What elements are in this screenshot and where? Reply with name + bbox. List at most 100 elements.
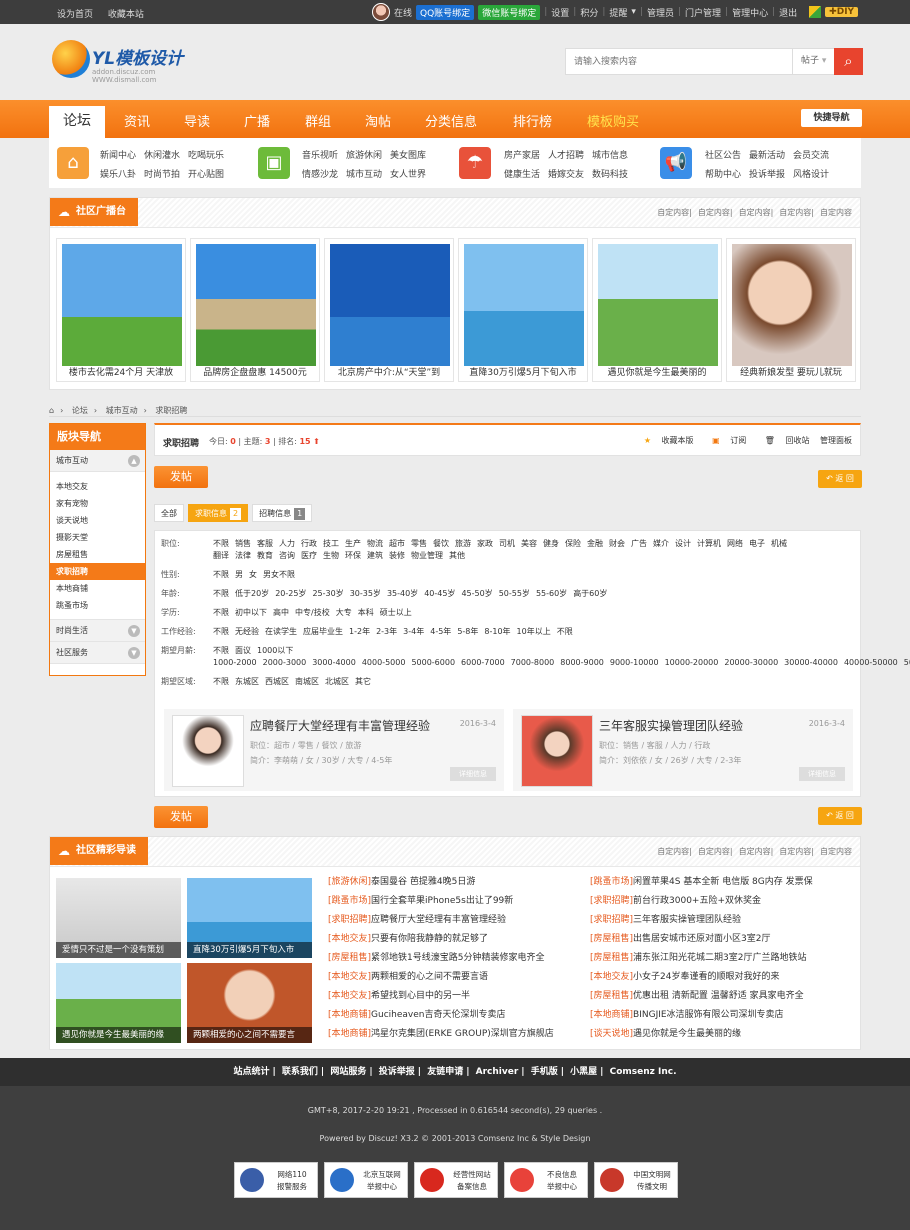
- filter-option[interactable]: 在读学生: [265, 627, 297, 636]
- filter-option[interactable]: 35-40岁: [387, 589, 418, 598]
- category-tag[interactable]: [房屋租售]: [590, 934, 633, 944]
- filter-option[interactable]: 餐饮: [433, 539, 449, 548]
- subscribe-button[interactable]: ▣ 订阅: [704, 436, 746, 445]
- filter-option[interactable]: 媒介: [653, 539, 669, 548]
- guide-list-item[interactable]: [跳蚤市场]国行全套苹果iPhone5s出让了99新: [328, 892, 554, 911]
- filter-option[interactable]: 不限: [213, 570, 229, 579]
- thread-title[interactable]: Guciheaven吉奇天伦深圳专卖店: [371, 1010, 505, 1020]
- filter-option[interactable]: 10年以上: [517, 627, 551, 636]
- category-tag[interactable]: [房屋租售]: [328, 953, 371, 963]
- custom-link[interactable]: 自定内容: [820, 208, 852, 217]
- footer-link[interactable]: 手机版: [531, 1067, 558, 1077]
- tab-all[interactable]: 全部: [154, 504, 184, 522]
- job-title[interactable]: 三年客服实操管理团队经验: [599, 717, 743, 734]
- filter-option[interactable]: 物业管理: [411, 551, 443, 560]
- category-tag[interactable]: [旅游休闲]: [328, 877, 371, 887]
- filter-option[interactable]: 6000-7000: [461, 658, 505, 667]
- custom-link[interactable]: 自定内容: [820, 847, 852, 856]
- tab-hiring[interactable]: 招聘信息 1: [252, 504, 313, 522]
- filter-option[interactable]: 其他: [449, 551, 465, 560]
- subnav-link[interactable]: 风格设计: [793, 166, 829, 185]
- filter-option[interactable]: 低于20岁: [235, 589, 269, 598]
- guide-list-item[interactable]: [本地商铺]鸿星尔克集团(ERKE GROUP)深圳官方旗舰店: [328, 1025, 554, 1044]
- filter-option[interactable]: 应届毕业生: [303, 627, 343, 636]
- new-post-button[interactable]: 发帖: [154, 466, 208, 488]
- filter-option[interactable]: 40-45岁: [424, 589, 455, 598]
- wechat-bind-button[interactable]: 微信账号绑定: [478, 4, 541, 20]
- category-tag[interactable]: [谈天说地]: [590, 1029, 633, 1039]
- filter-option[interactable]: 1-2年: [349, 627, 370, 636]
- category-tag[interactable]: [本地交友]: [590, 972, 633, 982]
- filter-option[interactable]: 女: [249, 570, 257, 579]
- filter-option[interactable]: 中专/技校: [295, 608, 330, 617]
- guide-list-item[interactable]: [旅游休闲]泰国曼谷 芭提雅4晚5日游: [328, 873, 554, 892]
- thread-title[interactable]: BINGJIE冰洁服饰有限公司深圳专卖店: [633, 1010, 784, 1020]
- filter-option[interactable]: 建筑: [367, 551, 383, 560]
- subnav-link[interactable]: 开心贴图: [188, 166, 224, 185]
- guide-list-item[interactable]: [本地交友]只要有你陪我静静的就足够了: [328, 930, 554, 949]
- filter-option[interactable]: 不限: [213, 646, 229, 655]
- sidebar-item[interactable]: 摄影天堂: [50, 529, 145, 546]
- guide-list-item[interactable]: [求职招聘]前台行政3000+五险+双休奖金: [590, 892, 813, 911]
- filter-option[interactable]: 40000-50000: [844, 658, 898, 667]
- custom-link[interactable]: 自定内容: [698, 847, 730, 856]
- category-tag[interactable]: [本地商铺]: [590, 1010, 633, 1020]
- guide-list-item[interactable]: [本地交友]小女子24岁奉谨看的顺眼对我好的来: [590, 968, 813, 987]
- sidebar-item[interactable]: 家有宠物: [50, 495, 145, 512]
- filter-option[interactable]: 大专: [336, 608, 352, 617]
- filter-option[interactable]: 初中以下: [235, 608, 267, 617]
- new-post-button[interactable]: 发帖: [154, 806, 208, 828]
- category-tag[interactable]: [房屋租售]: [590, 991, 633, 1001]
- filter-option[interactable]: 家政: [477, 539, 493, 548]
- sidebar-item[interactable]: 本地交友: [50, 478, 145, 495]
- filter-option[interactable]: 8-10年: [484, 627, 510, 636]
- online-status[interactable]: 在线: [394, 6, 412, 19]
- filter-option[interactable]: 不限: [213, 539, 229, 548]
- filter-option[interactable]: 医疗: [301, 551, 317, 560]
- guide-list-item[interactable]: [谈天说地]遇见你就是今生最美丽的缘: [590, 1025, 813, 1044]
- filter-option[interactable]: 3000-4000: [312, 658, 356, 667]
- guide-list-item[interactable]: [本地交友]两颗相爱的心之间不需要言语: [328, 968, 554, 987]
- category-tag[interactable]: [本地交友]: [328, 934, 371, 944]
- footer-link[interactable]: 网站服务: [330, 1067, 366, 1077]
- guide-pic[interactable]: 爱情只不过是一个没有策划: [56, 878, 181, 958]
- home-icon[interactable]: ⌂: [49, 406, 54, 415]
- bookmark-link[interactable]: 收藏本站: [108, 10, 144, 20]
- thread-title[interactable]: 浦东张江阳光花城二期3室2厅广兰路地铁站: [633, 953, 806, 963]
- filter-option[interactable]: 50000以上: [904, 658, 910, 667]
- broadcast-card[interactable]: 楼市去化需24个月 天津放: [56, 238, 186, 382]
- filter-option[interactable]: 人力: [279, 539, 295, 548]
- search-scope-select[interactable]: 帖子 ▾: [792, 49, 834, 74]
- filter-option[interactable]: 1000以下: [257, 646, 293, 655]
- badge-police[interactable]: 网络110 报警服务: [234, 1162, 318, 1198]
- badge-civilization[interactable]: 中国文明网 传播文明: [594, 1162, 678, 1198]
- recycle-bin-button[interactable]: 🗑 回收站: [757, 436, 810, 445]
- settings-link[interactable]: 设置: [551, 6, 569, 19]
- thread-title[interactable]: 小女子24岁奉谨看的顺眼对我好的来: [633, 972, 779, 982]
- filter-option[interactable]: 本科: [358, 608, 374, 617]
- job-detail-button[interactable]: 详细信息: [450, 767, 496, 781]
- custom-link[interactable]: 自定内容: [698, 208, 730, 217]
- nav-item-guide[interactable]: 导读: [184, 111, 210, 130]
- category-tag[interactable]: [房屋租售]: [590, 953, 633, 963]
- filter-option[interactable]: 旅游: [455, 539, 471, 548]
- subnav-link[interactable]: 房产家居: [504, 147, 540, 166]
- guide-pic[interactable]: 两颗相爱的心之间不需要言: [187, 963, 312, 1043]
- thread-title[interactable]: 只要有你陪我静静的就足够了: [371, 934, 488, 944]
- custom-link[interactable]: 自定内容: [779, 847, 811, 856]
- subnav-link[interactable]: 音乐视听: [302, 147, 338, 166]
- subnav-link[interactable]: 会员交流: [793, 147, 829, 166]
- notify-link[interactable]: 提醒: [609, 6, 627, 19]
- filter-option[interactable]: 司机: [499, 539, 515, 548]
- filter-option[interactable]: 7000-8000: [511, 658, 555, 667]
- sidebar-item[interactable]: 谈天说地: [50, 512, 145, 529]
- thread-title[interactable]: 前台行政3000+五险+双休奖金: [633, 896, 761, 906]
- subnav-link[interactable]: 女人世界: [390, 166, 426, 185]
- filter-option[interactable]: 广告: [631, 539, 647, 548]
- guide-list-item[interactable]: [房屋租售]浦东张江阳光花城二期3室2厅广兰路地铁站: [590, 949, 813, 968]
- subnav-link[interactable]: 娱乐八卦: [100, 166, 136, 185]
- filter-option[interactable]: 金融: [587, 539, 603, 548]
- thread-title[interactable]: 两颗相爱的心之间不需要言语: [371, 972, 488, 982]
- filter-option[interactable]: 客服: [257, 539, 273, 548]
- filter-option[interactable]: 不限: [213, 677, 229, 686]
